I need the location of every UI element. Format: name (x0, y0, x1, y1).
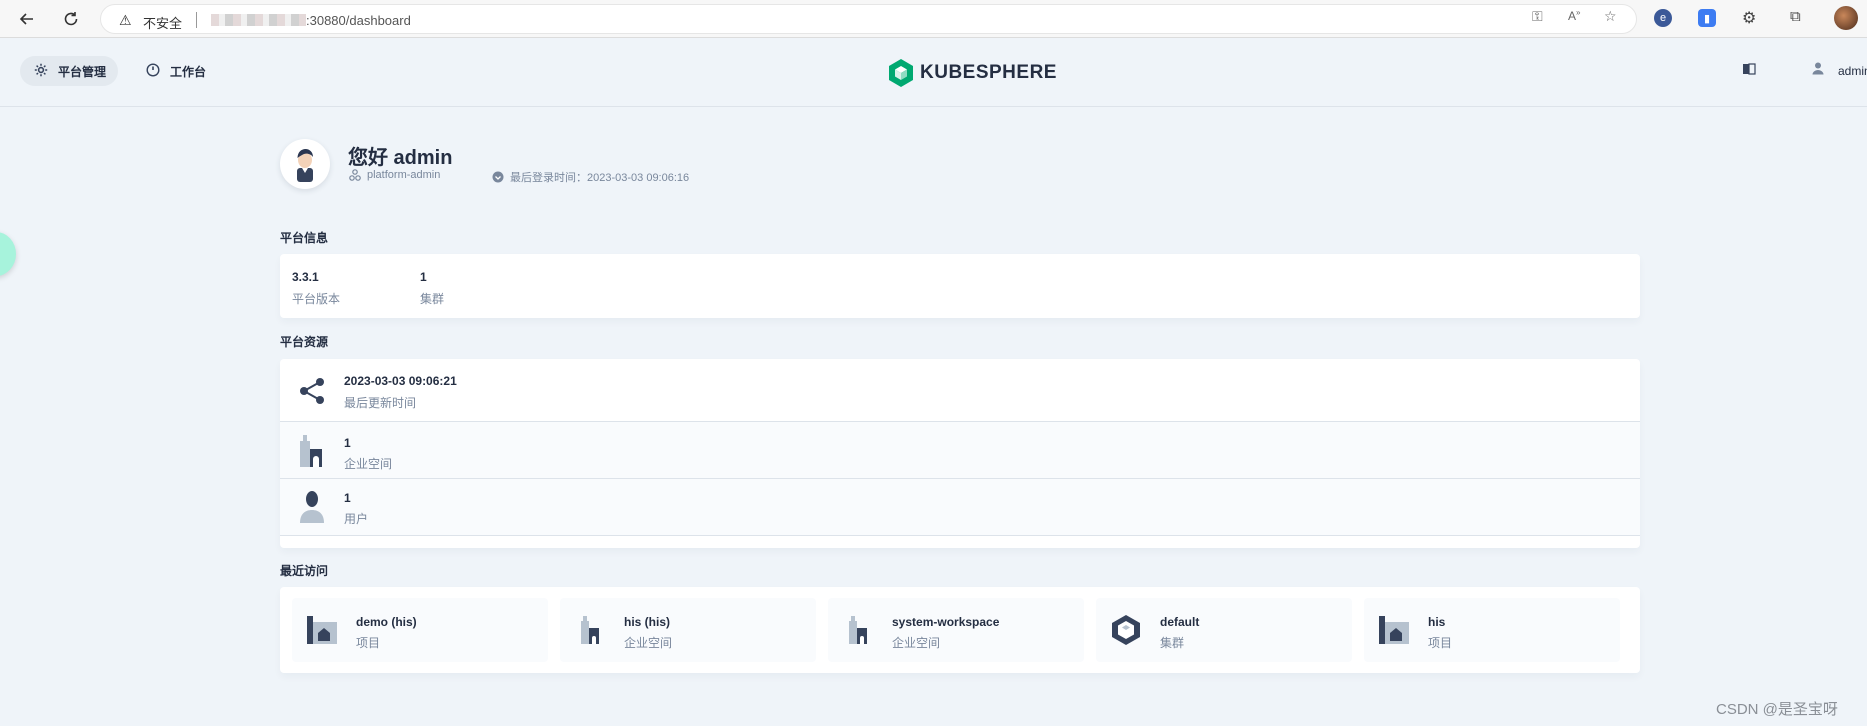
recent-item-name: demo (his) (356, 615, 417, 629)
security-label: 不安全 (143, 16, 183, 31)
project-icon (306, 614, 338, 646)
last-update-value: 2023-03-03 09:06:21 (344, 374, 457, 388)
recent-item-name: his (his) (624, 615, 671, 629)
recent-item[interactable]: demo (his) 项目 (292, 598, 548, 662)
collections-icon[interactable]: ⧉ (1790, 8, 1801, 25)
recent-item-type: 企业空间 (892, 636, 941, 650)
kubesphere-logo-icon (889, 59, 913, 87)
platform-version: 3.3.1 平台版本 (292, 270, 340, 307)
avatar (280, 139, 330, 189)
platform-version-value: 3.3.1 (292, 270, 319, 284)
warning-icon: ⚠ (119, 12, 132, 28)
nav-platform-management[interactable]: 平台管理 (20, 56, 119, 86)
extension-e-icon[interactable]: e (1654, 9, 1672, 27)
list-item: 1 用户 (280, 479, 1640, 536)
user-count-value[interactable]: 1 (344, 491, 351, 505)
workspace-icon (298, 433, 326, 474)
workspace-icon (842, 614, 874, 646)
profile-avatar[interactable] (1834, 6, 1858, 30)
page-title: 您好 admin (348, 147, 453, 169)
back-icon[interactable] (16, 8, 38, 30)
cluster-count-label: 集群 (420, 292, 445, 306)
user-count-label[interactable]: 用户 (344, 510, 368, 527)
user-icon (298, 490, 326, 529)
platform-resources-card: 2023-03-03 09:06:21 最后更新时间 1 企业空间 1 用户 (280, 359, 1640, 548)
kubesphere-logo[interactable]: KUBESPHERE (888, 58, 1057, 88)
extension-chart-icon[interactable]: ▮ (1698, 9, 1716, 27)
platform-info-card: 3.3.1 平台版本 1 集群 (280, 254, 1640, 318)
nav-label: 平台管理 (58, 64, 107, 79)
login-time-icon (492, 171, 504, 183)
extensions-icon[interactable]: ⚙ (1742, 8, 1756, 28)
browser-toolbar: ⚠ 不安全 :30880/dashboard ⚿ A» ☆ e ▮ ⚙ ⧉ (0, 0, 1867, 38)
nav-workbench[interactable]: 工作台 (132, 56, 218, 86)
user-role: platform-admin (349, 169, 440, 181)
docs-icon[interactable] (1742, 63, 1756, 78)
favorite-icon[interactable]: ☆ (1604, 8, 1617, 25)
recent-item[interactable]: his (his) 企业空间 (560, 598, 816, 662)
nav-label: 工作台 (170, 64, 207, 79)
watermark: CSDN @是圣宝呀 (1716, 701, 1838, 718)
cluster-count: 1 集群 (420, 270, 444, 307)
list-item: 1 企业空间 (280, 422, 1640, 479)
share-icon (298, 377, 326, 410)
read-aloud-icon[interactable]: A» (1568, 8, 1580, 23)
last-update-label: 最后更新时间 (344, 396, 417, 410)
redacted-host (211, 14, 306, 26)
last-login: 最后登录时间：2023-03-03 09:06:16 (492, 169, 689, 185)
reload-icon[interactable] (60, 8, 82, 30)
cluster-count-value: 1 (420, 270, 427, 284)
user-name[interactable]: admin (1838, 64, 1867, 78)
logo-text: KUBESPHERE (920, 62, 1057, 83)
recent-item[interactable]: his 项目 (1364, 598, 1620, 662)
user-icon (1812, 62, 1824, 75)
floating-assistant-button[interactable] (0, 232, 16, 276)
recent-item-name: default (1160, 615, 1200, 629)
recent-visits-title: 最近访问 (280, 564, 329, 578)
workspace-count-label[interactable]: 企业空间 (344, 455, 392, 472)
role-text: platform-admin (367, 169, 441, 181)
recent-item[interactable]: system-workspace 企业空间 (828, 598, 1084, 662)
recent-item-type: 项目 (1428, 636, 1453, 650)
address-bar[interactable]: ⚠ 不安全 :30880/dashboard (100, 4, 1637, 34)
platform-info-title: 平台信息 (280, 231, 329, 245)
app-header: 平台管理 工作台 KUBESPHERE admin (0, 38, 1867, 107)
recent-item[interactable]: default 集群 (1096, 598, 1352, 662)
workspace-icon (574, 614, 606, 646)
address-divider (196, 12, 197, 28)
recent-item-type: 企业空间 (624, 636, 673, 650)
list-item: 2023-03-03 09:06:21 最后更新时间 (280, 359, 1640, 422)
role-icon (349, 169, 361, 181)
cluster-icon (1110, 614, 1142, 646)
recent-visits-card: demo (his) 项目 his (his) 企业空间 system-work… (280, 587, 1640, 673)
project-icon (1378, 614, 1410, 646)
recent-item-type: 项目 (356, 636, 381, 650)
last-login-text: 最后登录时间：2023-03-03 09:06:16 (510, 172, 690, 184)
recent-item-name: his (1428, 615, 1446, 629)
platform-version-label: 平台版本 (292, 292, 341, 306)
gear-icon (34, 63, 48, 80)
user-menu[interactable] (1812, 62, 1824, 78)
dashboard-icon (146, 62, 160, 80)
recent-item-name: system-workspace (892, 615, 1000, 629)
url-text: :30880/dashboard (306, 13, 411, 28)
workspace-count-value[interactable]: 1 (344, 436, 351, 450)
recent-item-type: 集群 (1160, 636, 1185, 650)
key-icon[interactable]: ⚿ (1532, 8, 1543, 25)
platform-resources-title: 平台资源 (280, 335, 329, 349)
